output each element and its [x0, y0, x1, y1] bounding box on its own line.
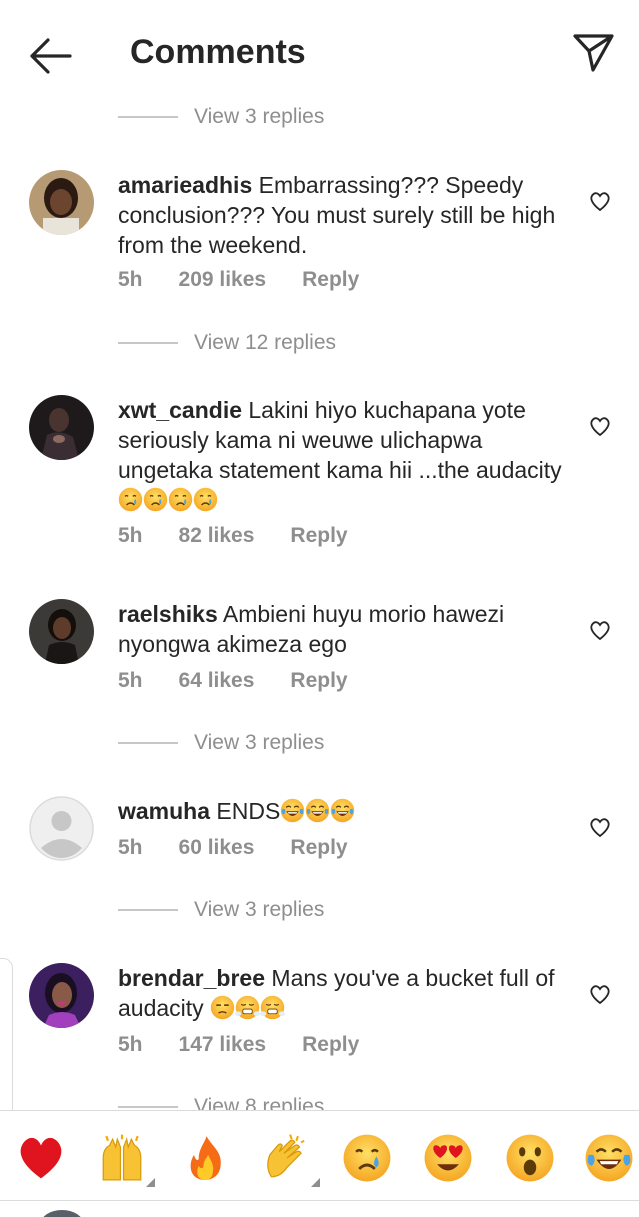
comment-text: brendar_bree Mans you've a bucket full o… — [118, 963, 578, 1023]
comment-username[interactable]: amarieadhis — [118, 172, 252, 198]
avatar[interactable] — [29, 599, 94, 664]
view-replies-link[interactable]: View 3 replies — [118, 728, 324, 758]
comment-likes[interactable]: 147 likes — [179, 1033, 267, 1057]
reply-button[interactable]: Reply — [302, 268, 359, 292]
divider-line — [118, 116, 178, 118]
comment-username[interactable]: raelshiks — [118, 601, 218, 627]
steam-face-icon — [260, 995, 285, 1020]
reply-button[interactable]: Reply — [290, 836, 347, 860]
tears-of-joy-icon — [280, 798, 305, 823]
view-replies-label: View 12 replies — [194, 331, 337, 354]
red-heart-emoji-button[interactable] — [16, 1133, 66, 1183]
comment-text: amarieadhis Embarrassing??? Speedy concl… — [118, 170, 578, 260]
comment-meta: 5h 147 likes Reply — [118, 1033, 395, 1057]
current-user-avatar[interactable] — [40, 1210, 84, 1217]
comment-meta: 5h 82 likes Reply — [118, 524, 384, 548]
comment-meta: 5h 60 likes Reply — [118, 836, 384, 860]
comment-meta: 5h 64 likes Reply — [118, 669, 384, 693]
comment-time: 5h — [118, 524, 143, 547]
clapping-hands-icon — [262, 1133, 312, 1183]
comment-content: ENDS — [216, 798, 281, 824]
divider-line — [118, 742, 178, 744]
crying-face-icon — [342, 1133, 392, 1183]
side-panel-edge — [0, 958, 13, 1118]
unamused-face-icon — [210, 995, 235, 1020]
comment-username[interactable]: xwt_candie — [118, 397, 242, 423]
reply-button[interactable]: Reply — [290, 669, 347, 693]
tears-of-joy-icon — [584, 1133, 634, 1183]
emoji-quick-bar — [0, 1110, 639, 1202]
view-replies-link[interactable]: View 3 replies — [118, 102, 324, 132]
comment-time: 5h — [118, 669, 143, 692]
comment-username[interactable]: brendar_bree — [118, 965, 265, 991]
raising-hands-emoji-button[interactable] — [97, 1133, 155, 1187]
fire-emoji-button[interactable] — [180, 1133, 230, 1183]
crying-face-icon — [168, 487, 193, 512]
like-heart-icon[interactable] — [588, 619, 612, 641]
avatar[interactable] — [29, 963, 94, 1028]
comments-header: Comments — [0, 0, 639, 110]
comment-likes[interactable]: 64 likes — [179, 669, 255, 693]
open-mouth-face-icon — [505, 1133, 555, 1183]
reply-button[interactable]: Reply — [290, 524, 347, 548]
view-replies-label: View 3 replies — [194, 105, 325, 128]
comment-likes[interactable]: 82 likes — [179, 524, 255, 548]
divider — [0, 1200, 639, 1201]
tears-of-joy-icon — [305, 798, 330, 823]
comment-time: 5h — [118, 1033, 143, 1056]
reply-button[interactable]: Reply — [302, 1033, 359, 1057]
view-replies-label: View 3 replies — [194, 898, 325, 921]
comment-text: raelshiks Ambieni huyu morio hawezi nyon… — [118, 599, 578, 659]
avatar[interactable] — [29, 395, 94, 460]
fire-icon — [180, 1133, 230, 1183]
steam-face-icon — [235, 995, 260, 1020]
like-heart-icon[interactable] — [588, 816, 612, 838]
comment-username[interactable]: wamuha — [118, 798, 210, 824]
comment-time: 5h — [118, 836, 143, 859]
avatar[interactable] — [29, 170, 94, 235]
like-heart-icon[interactable] — [588, 983, 612, 1005]
like-heart-icon[interactable] — [588, 415, 612, 437]
crying-face-icon — [118, 487, 143, 512]
divider-line — [118, 1106, 178, 1108]
avatar-placeholder[interactable] — [29, 796, 94, 861]
comment-text: wamuha ENDS — [118, 796, 578, 826]
view-replies-link[interactable]: View 12 replies — [118, 328, 336, 358]
crying-face-icon — [143, 487, 168, 512]
raising-hands-icon — [97, 1133, 147, 1183]
tears-of-joy-icon — [330, 798, 355, 823]
comment-likes[interactable]: 209 likes — [179, 268, 267, 292]
arrow-left-icon[interactable] — [28, 36, 74, 76]
crying-face-emoji-button[interactable] — [342, 1133, 392, 1183]
comment-text: xwt_candie Lakini hiyo kuchapana yote se… — [118, 395, 578, 515]
open-mouth-emoji-button[interactable] — [505, 1133, 555, 1183]
crying-face-icon — [193, 487, 218, 512]
view-replies-link[interactable]: View 3 replies — [118, 895, 324, 925]
view-replies-label: View 3 replies — [194, 731, 325, 754]
red-heart-icon — [16, 1133, 66, 1183]
divider-line — [118, 909, 178, 911]
comment-likes[interactable]: 60 likes — [179, 836, 255, 860]
direct-send-icon[interactable] — [570, 32, 616, 74]
divider-line — [118, 342, 178, 344]
tears-of-joy-emoji-button[interactable] — [584, 1133, 634, 1183]
clapping-hands-emoji-button[interactable] — [262, 1133, 320, 1187]
comment-meta: 5h 209 likes Reply — [118, 268, 395, 292]
heart-eyes-icon — [423, 1133, 473, 1183]
page-title: Comments — [130, 33, 306, 71]
like-heart-icon[interactable] — [588, 190, 612, 212]
skin-tone-indicator — [146, 1178, 155, 1187]
heart-eyes-emoji-button[interactable] — [423, 1133, 473, 1183]
skin-tone-indicator — [311, 1178, 320, 1187]
comment-time: 5h — [118, 268, 143, 291]
